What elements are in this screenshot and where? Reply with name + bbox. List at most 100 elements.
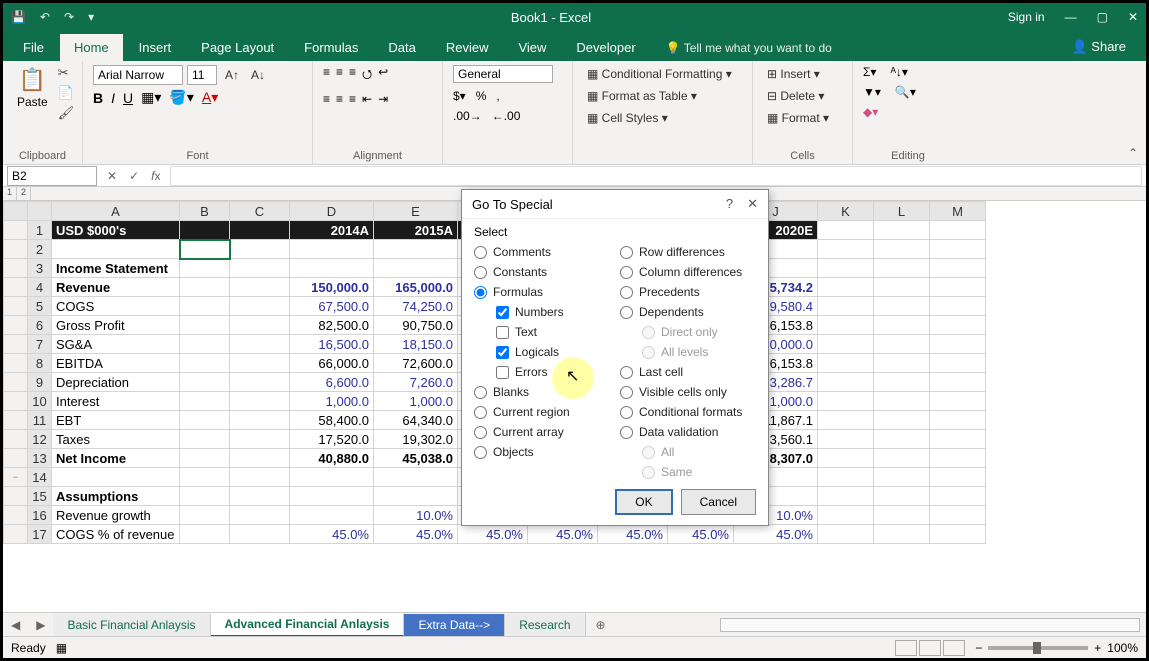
cell-B2[interactable] xyxy=(180,240,230,259)
format-as-table-button[interactable]: ▦ Format as Table ▾ xyxy=(583,87,701,105)
border-button[interactable]: ▦▾ xyxy=(141,89,161,106)
cell-A2[interactable] xyxy=(52,240,180,259)
cell-L16[interactable] xyxy=(874,506,930,525)
number-format-select[interactable] xyxy=(453,65,553,83)
cell-D16[interactable] xyxy=(290,506,374,525)
qat-customize-icon[interactable]: ▾ xyxy=(88,10,94,24)
cell-M10[interactable] xyxy=(930,392,986,411)
cell-M15[interactable] xyxy=(930,487,986,506)
comma-format-icon[interactable]: , xyxy=(496,89,499,103)
opt-current-region[interactable]: Current region xyxy=(474,405,610,419)
cell-K13[interactable] xyxy=(818,449,874,468)
cell-A16[interactable]: Revenue growth xyxy=(52,506,180,525)
cell-B11[interactable] xyxy=(180,411,230,430)
cell-K10[interactable] xyxy=(818,392,874,411)
opt-constants[interactable]: Constants xyxy=(474,265,610,279)
cell-B13[interactable] xyxy=(180,449,230,468)
cell-D10[interactable]: 1,000.0 xyxy=(290,392,374,411)
file-tab[interactable]: File xyxy=(9,34,58,61)
font-color-button[interactable]: A▾ xyxy=(202,89,218,106)
cell-E8[interactable]: 72,600.0 xyxy=(374,354,458,373)
cell-K7[interactable] xyxy=(818,335,874,354)
cell-M7[interactable] xyxy=(930,335,986,354)
conditional-formatting-button[interactable]: ▦ Conditional Formatting ▾ xyxy=(583,65,736,83)
row-header-13[interactable]: 13 xyxy=(28,449,52,468)
sheet-tab-advanced[interactable]: Advanced Financial Anlaysis xyxy=(211,613,405,637)
cell-H17[interactable]: 45.0% xyxy=(598,525,668,544)
redo-icon[interactable]: ↷ xyxy=(64,10,74,24)
cell-K6[interactable] xyxy=(818,316,874,335)
horizontal-scrollbar[interactable] xyxy=(720,618,1140,632)
opt-cond-formats[interactable]: Conditional formats xyxy=(620,405,756,419)
cell-L11[interactable] xyxy=(874,411,930,430)
cell-B10[interactable] xyxy=(180,392,230,411)
decrease-font-icon[interactable]: A↓ xyxy=(247,66,269,84)
cell-C12[interactable] xyxy=(230,430,290,449)
cell-B3[interactable] xyxy=(180,259,230,278)
developer-tab[interactable]: Developer xyxy=(562,34,649,61)
row-header-8[interactable]: 8 xyxy=(28,354,52,373)
opt-row-diff[interactable]: Row differences xyxy=(620,245,756,259)
cell-D11[interactable]: 58,400.0 xyxy=(290,411,374,430)
cell-E17[interactable]: 45.0% xyxy=(374,525,458,544)
cell-B14[interactable] xyxy=(180,468,230,487)
zoom-out-icon[interactable]: − xyxy=(975,641,982,655)
insert-tab[interactable]: Insert xyxy=(125,34,186,61)
cell-D4[interactable]: 150,000.0 xyxy=(290,278,374,297)
tell-me-search[interactable]: 💡 Tell me what you want to do xyxy=(652,35,1056,61)
italic-button[interactable]: I xyxy=(111,90,115,106)
format-painter-icon[interactable]: 🖌 xyxy=(58,105,75,121)
cell-J17[interactable]: 45.0% xyxy=(734,525,818,544)
font-name-select[interactable] xyxy=(93,65,183,85)
cell-K14[interactable] xyxy=(818,468,874,487)
cell-L1[interactable] xyxy=(874,221,930,240)
cell-M3[interactable] xyxy=(930,259,986,278)
decrease-indent-icon[interactable]: ⇤ xyxy=(362,92,372,106)
align-right-icon[interactable]: ≡ xyxy=(349,92,356,106)
sheet-tab-extra[interactable]: Extra Data--> xyxy=(404,614,505,636)
cell-E7[interactable]: 18,150.0 xyxy=(374,335,458,354)
undo-icon[interactable]: ↶ xyxy=(40,10,50,24)
cell-L6[interactable] xyxy=(874,316,930,335)
cell-D12[interactable]: 17,520.0 xyxy=(290,430,374,449)
cell-E6[interactable]: 90,750.0 xyxy=(374,316,458,335)
cell-M9[interactable] xyxy=(930,373,986,392)
cell-M6[interactable] xyxy=(930,316,986,335)
increase-font-icon[interactable]: A↑ xyxy=(221,66,243,84)
cell-C2[interactable] xyxy=(230,240,290,259)
sheet-nav-prev[interactable]: ◀ xyxy=(3,618,28,632)
sign-in-link[interactable]: Sign in xyxy=(1008,10,1045,24)
cell-A14[interactable] xyxy=(52,468,180,487)
delete-cells-button[interactable]: ⊟ Delete ▾ xyxy=(763,87,828,105)
cell-A6[interactable]: Gross Profit xyxy=(52,316,180,335)
save-icon[interactable]: 💾 xyxy=(11,10,26,24)
wrap-text-icon[interactable]: ↩ xyxy=(378,65,388,86)
cell-A3[interactable]: Income Statement xyxy=(52,259,180,278)
cell-L17[interactable] xyxy=(874,525,930,544)
cell-E4[interactable]: 165,000.0 xyxy=(374,278,458,297)
col-header-E[interactable]: E xyxy=(374,202,458,221)
cancel-formula-icon[interactable]: ✕ xyxy=(101,169,123,183)
zoom-slider[interactable] xyxy=(988,646,1088,650)
cell-C7[interactable] xyxy=(230,335,290,354)
data-tab[interactable]: Data xyxy=(374,34,429,61)
normal-view-icon[interactable] xyxy=(895,640,917,656)
cell-L7[interactable] xyxy=(874,335,930,354)
cell-M14[interactable] xyxy=(930,468,986,487)
minimize-icon[interactable]: — xyxy=(1065,10,1077,24)
cell-M2[interactable] xyxy=(930,240,986,259)
cell-K17[interactable] xyxy=(818,525,874,544)
underline-button[interactable]: U xyxy=(123,90,133,106)
cell-C17[interactable] xyxy=(230,525,290,544)
cell-D7[interactable]: 16,500.0 xyxy=(290,335,374,354)
name-box[interactable] xyxy=(7,166,97,186)
row-header-16[interactable]: 16 xyxy=(28,506,52,525)
cell-L15[interactable] xyxy=(874,487,930,506)
cell-K3[interactable] xyxy=(818,259,874,278)
cell-A4[interactable]: Revenue xyxy=(52,278,180,297)
fx-icon[interactable]: fx xyxy=(145,169,166,183)
cell-B4[interactable] xyxy=(180,278,230,297)
fill-icon[interactable]: ▼▾ xyxy=(863,85,881,99)
cell-D8[interactable]: 66,000.0 xyxy=(290,354,374,373)
cell-B5[interactable] xyxy=(180,297,230,316)
